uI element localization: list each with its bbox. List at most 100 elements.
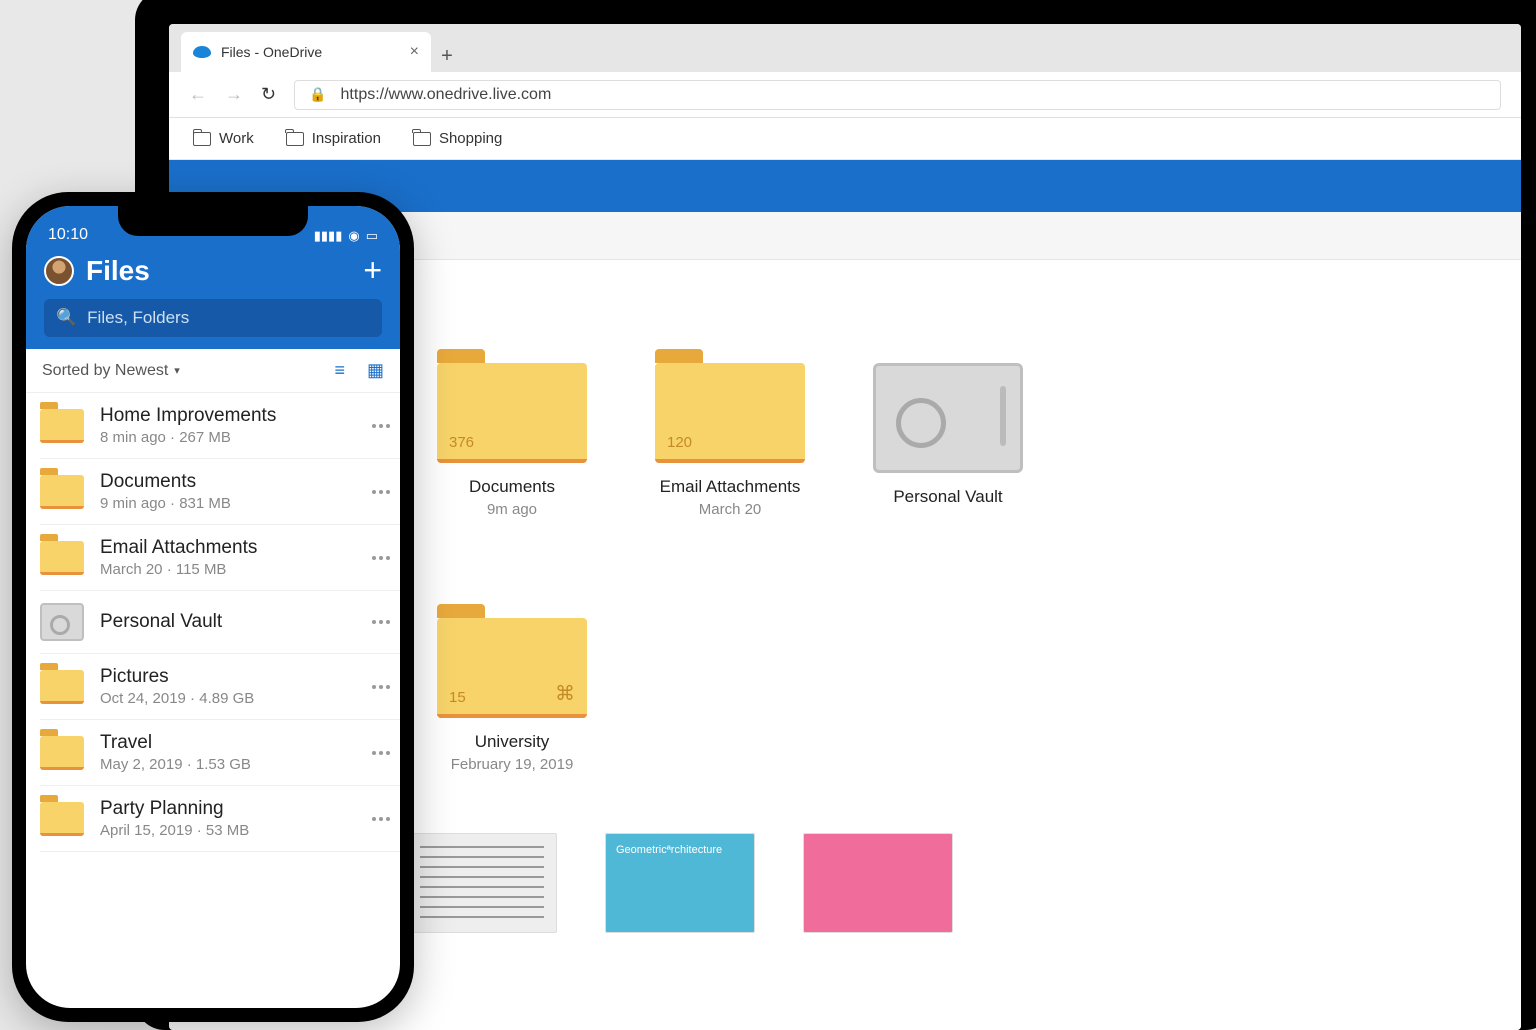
- more-button[interactable]: [372, 620, 390, 624]
- add-button[interactable]: +: [363, 252, 382, 289]
- bookmark-label: Shopping: [439, 130, 502, 147]
- phone-frame: 10:10 ▮▮▮▮ ◉ ▭ Files + 🔍 Files, Folders: [12, 192, 414, 1022]
- item-meta: April 15, 2019 · 53 MB: [100, 822, 356, 839]
- lock-icon: 🔒: [309, 86, 326, 103]
- app-header: Files + 🔍 Files, Folders: [26, 246, 400, 349]
- more-button[interactable]: [372, 817, 390, 821]
- phone-screen: 10:10 ▮▮▮▮ ◉ ▭ Files + 🔍 Files, Folders: [26, 206, 400, 1008]
- list-item[interactable]: Pictures Oct 24, 2019 · 4.89 GB: [40, 654, 400, 720]
- browser-tabstrip: Files - OneDrive × +: [169, 24, 1521, 72]
- address-bar: ← → ↻ 🔒 https://www.onedrive.live.com: [169, 72, 1521, 118]
- url-text: https://www.onedrive.live.com: [341, 86, 552, 104]
- status-time: 10:10: [48, 226, 88, 244]
- folder-meta: 9m ago: [487, 501, 537, 518]
- item-name: Travel: [100, 732, 356, 754]
- folder-name: University: [475, 732, 550, 752]
- refresh-button[interactable]: ↻: [261, 84, 276, 105]
- new-tab-button[interactable]: +: [431, 40, 463, 72]
- bookmark-inspiration[interactable]: Inspiration: [286, 130, 381, 147]
- bookmarks-bar: Work Inspiration Shopping: [169, 118, 1521, 160]
- item-name: Party Planning: [100, 798, 356, 820]
- folder-icon: [40, 475, 84, 509]
- tab-title: Files - OneDrive: [221, 44, 400, 60]
- folder-card[interactable]: Personal Vault: [863, 363, 1033, 518]
- bookmark-label: Work: [219, 130, 254, 147]
- item-name: Email Attachments: [100, 537, 356, 559]
- list-item[interactable]: Home Improvements 8 min ago · 267 MB: [40, 393, 400, 459]
- vault-icon: [873, 363, 1023, 473]
- signal-icon: ▮▮▮▮: [314, 228, 343, 244]
- folder-count: 120: [667, 434, 692, 451]
- bookmark-work[interactable]: Work: [193, 130, 254, 147]
- list-item[interactable]: Email Attachments March 20 · 115 MB: [40, 525, 400, 591]
- folder-icon: 376: [437, 363, 587, 463]
- folder-icon: 15 ⌘: [437, 618, 587, 718]
- folder-name: Email Attachments: [660, 477, 801, 497]
- folder-meta: February 19, 2019: [451, 756, 574, 773]
- shared-icon: ⌘: [555, 681, 575, 706]
- folder-icon: [413, 132, 431, 146]
- more-button[interactable]: [372, 685, 390, 689]
- vault-icon: [40, 603, 84, 641]
- sort-bar: Sorted by Newest ▾ ≡ ▦: [26, 349, 400, 393]
- search-icon: 🔍: [56, 308, 77, 328]
- item-name: Pictures: [100, 666, 356, 688]
- list-item[interactable]: Personal Vault: [40, 591, 400, 654]
- folder-icon: [286, 132, 304, 146]
- file-thumbnail[interactable]: [407, 833, 557, 933]
- battery-icon: ▭: [366, 228, 378, 244]
- folder-icon: [40, 736, 84, 770]
- list-item[interactable]: Documents 9 min ago · 831 MB: [40, 459, 400, 525]
- item-meta: 9 min ago · 831 MB: [100, 495, 356, 512]
- folder-name: Personal Vault: [893, 487, 1002, 507]
- grid-view-icon[interactable]: ▦: [367, 360, 384, 381]
- more-button[interactable]: [372, 424, 390, 428]
- sort-label: Sorted by Newest: [42, 362, 168, 380]
- browser-tab[interactable]: Files - OneDrive ×: [181, 32, 431, 72]
- folder-icon: [40, 541, 84, 575]
- bookmark-shopping[interactable]: Shopping: [413, 130, 502, 147]
- item-meta: March 20 · 115 MB: [100, 561, 356, 578]
- close-icon[interactable]: ×: [410, 43, 419, 61]
- folder-icon: [193, 132, 211, 146]
- folder-card[interactable]: 15 ⌘ University February 19, 2019: [427, 618, 597, 773]
- folder-name: Documents: [469, 477, 555, 497]
- wifi-icon: ◉: [348, 228, 359, 244]
- more-button[interactable]: [372, 556, 390, 560]
- folder-meta: March 20: [699, 501, 762, 518]
- file-thumbnail[interactable]: [803, 833, 953, 933]
- sort-button[interactable]: Sorted by Newest ▾: [42, 362, 180, 380]
- list-item[interactable]: Travel May 2, 2019 · 1.53 GB: [40, 720, 400, 786]
- folder-icon: [40, 670, 84, 704]
- forward-button[interactable]: →: [225, 84, 243, 105]
- list-item[interactable]: Party Planning April 15, 2019 · 53 MB: [40, 786, 400, 852]
- file-thumbnail[interactable]: [605, 833, 755, 933]
- item-name: Home Improvements: [100, 405, 356, 427]
- item-name: Personal Vault: [100, 611, 356, 633]
- folder-card[interactable]: 376 Documents 9m ago: [427, 363, 597, 518]
- folder-count: 15: [449, 689, 466, 706]
- phone-notch: [118, 206, 308, 236]
- file-list: Home Improvements 8 min ago · 267 MB Doc…: [26, 393, 400, 852]
- folder-icon: 120: [655, 363, 805, 463]
- sort-icon[interactable]: ≡: [334, 360, 345, 381]
- bookmark-label: Inspiration: [312, 130, 381, 147]
- item-meta: May 2, 2019 · 1.53 GB: [100, 756, 356, 773]
- search-placeholder: Files, Folders: [87, 308, 189, 328]
- folder-icon: [40, 802, 84, 836]
- back-button[interactable]: ←: [189, 84, 207, 105]
- search-input[interactable]: 🔍 Files, Folders: [44, 299, 382, 337]
- avatar[interactable]: [44, 256, 74, 286]
- item-meta: Oct 24, 2019 · 4.89 GB: [100, 690, 356, 707]
- url-input[interactable]: 🔒 https://www.onedrive.live.com: [294, 80, 1501, 110]
- chevron-down-icon: ▾: [174, 364, 180, 377]
- more-button[interactable]: [372, 751, 390, 755]
- app-title: Files: [86, 255, 150, 287]
- onedrive-icon: [193, 46, 211, 58]
- status-indicators: ▮▮▮▮ ◉ ▭: [314, 228, 378, 244]
- item-name: Documents: [100, 471, 356, 493]
- item-meta: 8 min ago · 267 MB: [100, 429, 356, 446]
- folder-card[interactable]: 120 Email Attachments March 20: [645, 363, 815, 518]
- more-button[interactable]: [372, 490, 390, 494]
- folder-icon: [40, 409, 84, 443]
